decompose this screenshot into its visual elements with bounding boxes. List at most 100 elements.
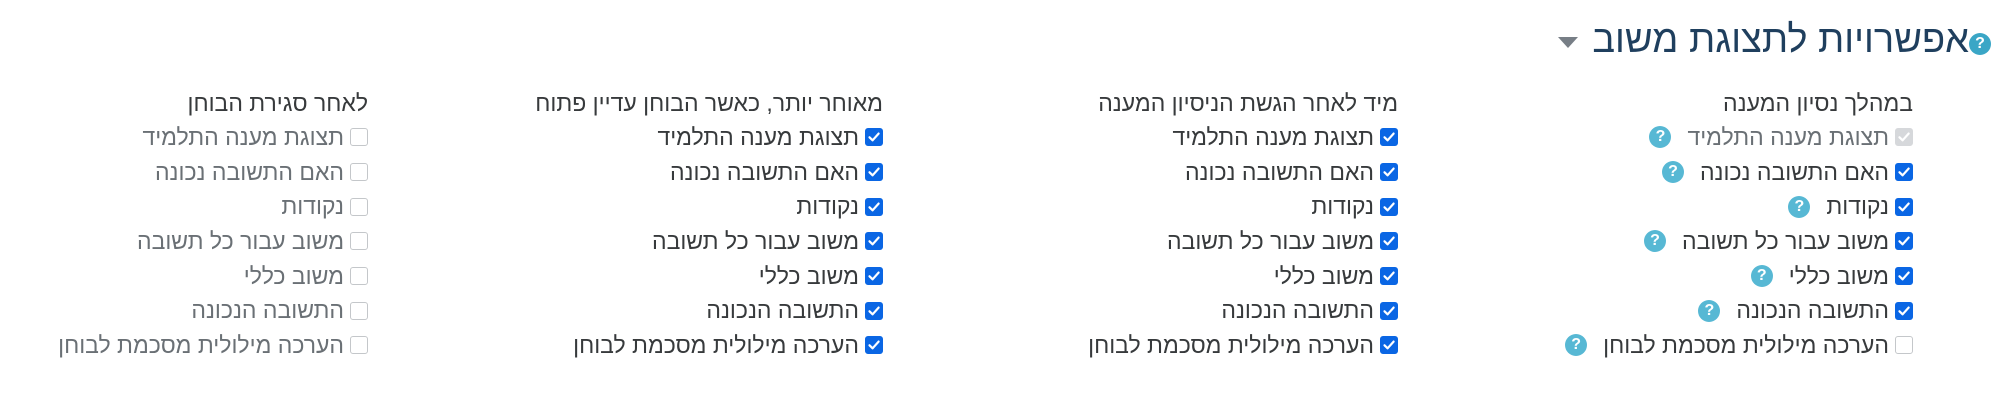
column-immediately-after: מיד לאחר הגשת הניסיון המענה תצוגת מענה ה… <box>1088 86 1398 363</box>
option-label[interactable]: הערכה מילולית מסכמת לבוחן <box>573 333 859 357</box>
checkbox[interactable] <box>1895 197 1913 216</box>
help-icon[interactable]: ? <box>1969 33 1991 55</box>
checkbox[interactable] <box>1895 232 1913 251</box>
column-heading: מאוחר יותר, כאשר הבוחן עדיין פתוח <box>535 90 883 116</box>
option-label[interactable]: הערכה מילולית מסכמת לבוחן <box>1603 333 1889 357</box>
help-icon[interactable]: ? <box>1649 126 1672 149</box>
option-row[interactable]: משוב עבור כל תשובה? <box>1565 224 1913 259</box>
option-label[interactable]: האם התשובה נכונה <box>670 160 859 184</box>
help-icon[interactable]: ? <box>1788 195 1811 218</box>
option-row[interactable]: התשובה הנכונה <box>1088 293 1398 328</box>
checkbox[interactable] <box>1380 301 1398 320</box>
option-label[interactable]: משוב עבור כל תשובה <box>1167 229 1374 253</box>
checkbox[interactable] <box>865 232 883 251</box>
option-row[interactable]: משוב כללי <box>1088 259 1398 294</box>
option-label[interactable]: התשובה הנכונה <box>1736 299 1889 322</box>
checkbox[interactable] <box>865 163 883 182</box>
help-icon[interactable]: ? <box>1565 334 1588 357</box>
column-after-close: לאחר סגירת הבוחן תצוגת מענה התלמיד האם הת… <box>58 86 368 363</box>
option-label[interactable]: האם התשובה נכונה <box>1185 160 1374 184</box>
option-row[interactable]: האם התשובה נכונה? <box>1565 155 1913 190</box>
option-label[interactable]: משוב כללי <box>1274 264 1374 288</box>
option-label[interactable]: התשובה הנכונה <box>191 299 344 322</box>
option-label[interactable]: האם התשובה נכונה <box>1700 160 1889 184</box>
checkbox <box>350 301 368 320</box>
option-row[interactable]: נקודות? <box>1565 189 1913 224</box>
option-label[interactable]: נקודות <box>281 195 344 218</box>
option-label[interactable]: הערכה מילולית מסכמת לבוחן <box>58 333 344 357</box>
help-icon[interactable]: ? <box>1661 161 1684 184</box>
option-row[interactable]: משוב עבור כל תשובה <box>535 224 883 259</box>
checkbox <box>350 267 368 286</box>
option-label[interactable]: התשובה הנכונה <box>1221 299 1374 322</box>
checkbox[interactable] <box>865 267 883 286</box>
option-label[interactable]: תצוגת מענה התלמיד <box>1172 125 1374 149</box>
checkbox[interactable] <box>865 197 883 216</box>
option-label[interactable]: נקודות <box>1311 195 1374 218</box>
option-label[interactable]: הערכה מילולית מסכמת לבוחן <box>1088 333 1374 357</box>
option-label[interactable]: משוב כללי <box>759 264 859 288</box>
option-row[interactable]: משוב כללי <box>535 259 883 294</box>
option-label[interactable]: נקודות <box>796 195 859 218</box>
option-row[interactable]: התשובה הנכונה <box>58 293 368 328</box>
checkbox <box>350 232 368 251</box>
option-row[interactable]: תצוגת מענה התלמיד? <box>1565 120 1913 155</box>
checkbox[interactable] <box>1380 336 1398 355</box>
option-row[interactable]: התשובה הנכונה? <box>1565 293 1913 328</box>
option-row[interactable]: תצוגת מענה התלמיד <box>1088 120 1398 155</box>
caret-down-icon[interactable] <box>1558 36 1579 48</box>
option-row[interactable]: התשובה הנכונה <box>535 293 883 328</box>
option-row[interactable]: האם התשובה נכונה <box>1088 155 1398 190</box>
checkbox[interactable] <box>1380 232 1398 251</box>
option-label[interactable]: נקודות <box>1826 195 1889 218</box>
section-header[interactable]: אפשרויות לתצוגת משוב ? <box>1544 12 1991 68</box>
checkbox[interactable] <box>1380 128 1398 147</box>
option-row[interactable]: האם התשובה נכונה <box>58 155 368 190</box>
checkbox[interactable] <box>1895 301 1913 320</box>
option-row[interactable]: נקודות <box>535 189 883 224</box>
help-icon[interactable]: ? <box>1750 265 1773 288</box>
checkbox[interactable] <box>1380 267 1398 286</box>
option-label[interactable]: תצוגת מענה התלמיד <box>1687 125 1889 149</box>
option-row[interactable]: הערכה מילולית מסכמת לבוחן <box>58 328 368 363</box>
option-label[interactable]: משוב עבור כל תשובה <box>1682 229 1889 253</box>
help-icon[interactable]: ? <box>1698 299 1721 322</box>
checkbox <box>350 336 368 355</box>
option-row[interactable]: האם התשובה נכונה <box>535 155 883 190</box>
option-row[interactable]: תצוגת מענה התלמיד <box>58 120 368 155</box>
option-row[interactable]: הערכה מילולית מסכמת לבוחן? <box>1565 328 1913 363</box>
option-label[interactable]: משוב עבור כל תשובה <box>652 229 859 253</box>
option-label[interactable]: התשובה הנכונה <box>706 299 859 322</box>
option-row[interactable]: תצוגת מענה התלמיד <box>535 120 883 155</box>
option-row[interactable]: נקודות <box>58 189 368 224</box>
column-heading: מיד לאחר הגשת הניסיון המענה <box>1098 90 1398 116</box>
checkbox <box>350 163 368 182</box>
checkbox[interactable] <box>1895 336 1913 355</box>
checkbox <box>1895 128 1913 147</box>
checkbox[interactable] <box>865 128 883 147</box>
option-label[interactable]: משוב עבור כל תשובה <box>137 229 344 253</box>
option-label[interactable]: משוב כללי <box>1789 264 1889 288</box>
option-label[interactable]: האם התשובה נכונה <box>155 160 344 184</box>
option-row[interactable]: הערכה מילולית מסכמת לבוחן <box>1088 328 1398 363</box>
column-during-attempt: במהלך נסיון המענה תצוגת מענה התלמיד? האם … <box>1565 86 1913 363</box>
option-label[interactable]: תצוגת מענה התלמיד <box>142 125 344 149</box>
option-label[interactable]: משוב כללי <box>244 264 344 288</box>
option-row[interactable]: משוב עבור כל תשובה <box>58 224 368 259</box>
checkbox[interactable] <box>865 336 883 355</box>
help-icon[interactable]: ? <box>1644 230 1666 253</box>
option-row[interactable]: הערכה מילולית מסכמת לבוחן <box>535 328 883 363</box>
option-row[interactable]: נקודות <box>1088 189 1398 224</box>
checkbox[interactable] <box>1380 197 1398 216</box>
option-row[interactable]: משוב כללי? <box>1565 259 1913 294</box>
option-row[interactable]: משוב עבור כל תשובה <box>1088 224 1398 259</box>
checkbox[interactable] <box>1895 267 1913 286</box>
checkbox[interactable] <box>865 301 883 320</box>
checkbox[interactable] <box>1895 163 1913 182</box>
checkbox[interactable] <box>1380 163 1398 182</box>
column-heading: לאחר סגירת הבוחן <box>187 90 368 116</box>
option-row[interactable]: משוב כללי <box>58 259 368 294</box>
section-title: אפשרויות לתצוגת משוב <box>1592 19 1969 61</box>
column-later-while-open: מאוחר יותר, כאשר הבוחן עדיין פתוח תצוגת … <box>535 86 883 363</box>
option-label[interactable]: תצוגת מענה התלמיד <box>657 125 859 149</box>
